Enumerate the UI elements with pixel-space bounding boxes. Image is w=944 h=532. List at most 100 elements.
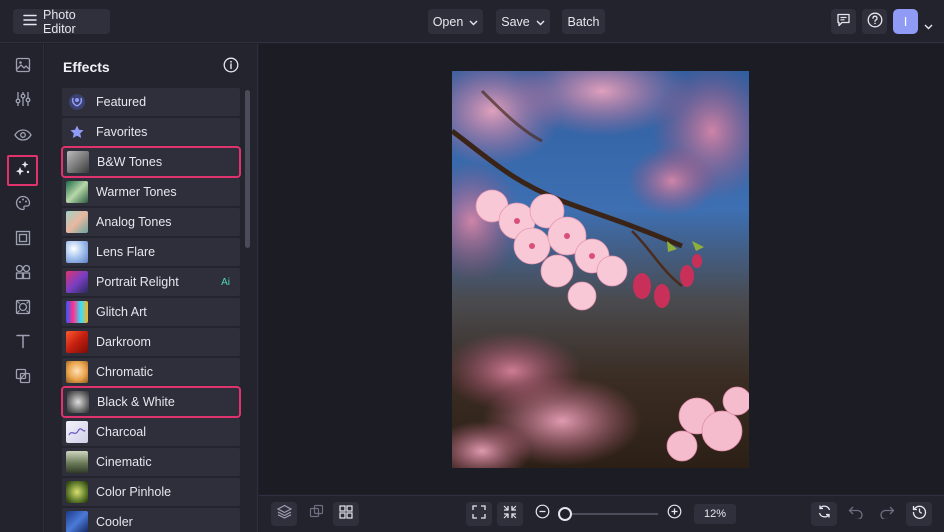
rail-graphics-tool[interactable]	[7, 259, 38, 290]
effect-item-black-white[interactable]: Black & White	[61, 386, 241, 418]
history-button[interactable]	[906, 502, 932, 526]
layers-button[interactable]	[271, 502, 297, 526]
effect-item-featured[interactable]: Featured	[62, 88, 240, 116]
effect-item-favorites[interactable]: Favorites	[62, 118, 240, 146]
eye-icon	[13, 128, 32, 146]
history-icon	[912, 504, 927, 524]
chromatic-thumbnail	[66, 361, 88, 383]
rail-frames-tool[interactable]	[7, 225, 38, 256]
effect-item-warmer-tones[interactable]: Warmer Tones	[62, 178, 240, 206]
info-icon[interactable]	[223, 57, 239, 78]
frame-icon	[15, 230, 31, 251]
rail-effects-tool[interactable]	[7, 155, 38, 186]
warmer-tones-thumbnail	[66, 181, 88, 203]
rail-textures-tool[interactable]	[7, 294, 38, 325]
compare-icon	[309, 504, 324, 524]
effect-item-analog-tones[interactable]: Analog Tones	[62, 208, 240, 236]
effect-label: Analog Tones	[96, 215, 172, 229]
comments-button[interactable]	[831, 9, 856, 34]
compare-button[interactable]	[303, 502, 329, 526]
effect-item-bw-tones[interactable]: B&W Tones	[61, 146, 241, 178]
laurel-icon	[66, 91, 88, 113]
texture-icon	[15, 299, 31, 320]
text-icon	[15, 333, 31, 354]
sliders-icon	[15, 91, 31, 112]
menu-button[interactable]: Photo Editor	[13, 7, 110, 36]
effect-label: Color Pinhole	[96, 485, 172, 499]
black-white-thumbnail	[67, 391, 89, 413]
effect-label: Black & White	[97, 395, 175, 409]
actual-size-button[interactable]	[497, 502, 523, 526]
zoom-in-button[interactable]	[661, 502, 687, 526]
effect-label: Lens Flare	[96, 245, 156, 259]
save-button[interactable]: Save	[496, 9, 550, 34]
effect-label: B&W Tones	[97, 155, 163, 169]
reset-button[interactable]	[811, 502, 837, 526]
zoom-out-icon	[535, 504, 550, 524]
panel-scrollbar[interactable]	[245, 90, 250, 248]
panel-title: Effects	[63, 59, 110, 75]
effect-label: Featured	[96, 95, 147, 109]
zoom-out-button[interactable]	[529, 502, 555, 526]
layers-icon	[276, 504, 292, 524]
zoom-in-icon	[667, 504, 682, 524]
analog-tones-thumbnail	[66, 211, 88, 233]
cooler-thumbnail	[66, 511, 88, 532]
comment-icon	[836, 13, 851, 30]
effect-label: Cooler	[96, 515, 133, 529]
open-button[interactable]: Open	[428, 9, 483, 34]
save-label: Save	[501, 14, 530, 29]
grid-button[interactable]	[333, 502, 359, 526]
canvas-photo-cherry-blossom[interactable]	[452, 71, 749, 468]
effect-item-charcoal[interactable]: Charcoal	[62, 418, 240, 446]
chevron-down-icon[interactable]	[924, 17, 933, 35]
charcoal-thumbnail	[66, 421, 88, 443]
effect-label: Darkroom	[96, 335, 151, 349]
effect-label: Favorites	[96, 125, 148, 139]
effect-item-portrait-relight[interactable]: Portrait Relight Ai	[62, 268, 240, 296]
fit-to-screen-button[interactable]	[466, 502, 492, 526]
user-avatar[interactable]: I	[893, 9, 918, 34]
rail-text-tool[interactable]	[7, 328, 38, 359]
effects-sparkle-icon	[14, 159, 32, 182]
lens-flare-thumbnail	[66, 241, 88, 263]
effect-item-cooler[interactable]: Cooler	[62, 508, 240, 532]
rail-overlays-tool[interactable]	[7, 363, 38, 394]
effects-panel: Effects Featured Favorites B&W Tones War…	[45, 44, 258, 532]
redo-button[interactable]	[874, 502, 900, 526]
rail-paint-tool[interactable]	[7, 190, 38, 221]
zoom-percentage[interactable]: 12%	[694, 504, 736, 524]
zoom-slider-track[interactable]	[565, 513, 658, 515]
effect-item-cinematic[interactable]: Cinematic	[62, 448, 240, 476]
effect-item-glitch-art[interactable]: Glitch Art	[62, 298, 240, 326]
rail-preview-tool[interactable]	[7, 121, 38, 152]
rail-adjust-tool[interactable]	[7, 86, 38, 117]
shapes-icon	[15, 264, 31, 285]
effect-label: Chromatic	[96, 365, 153, 379]
darkroom-thumbnail	[66, 331, 88, 353]
bw-tones-thumbnail	[67, 151, 89, 173]
star-icon	[66, 121, 88, 143]
effect-label: Portrait Relight	[96, 275, 179, 289]
hamburger-icon	[23, 14, 37, 29]
effect-item-lens-flare[interactable]: Lens Flare	[62, 238, 240, 266]
effect-label: Cinematic	[96, 455, 152, 469]
ai-badge: Ai	[221, 276, 230, 288]
effect-label: Glitch Art	[96, 305, 147, 319]
palette-icon	[15, 195, 31, 216]
undo-button[interactable]	[843, 502, 869, 526]
effect-label: Charcoal	[96, 425, 147, 439]
app-title: Photo Editor	[43, 7, 76, 36]
effect-label: Warmer Tones	[96, 185, 177, 199]
refresh-icon	[817, 504, 832, 524]
batch-button[interactable]: Batch	[562, 9, 605, 34]
effect-item-color-pinhole[interactable]: Color Pinhole	[62, 478, 240, 506]
chevron-down-icon	[536, 15, 545, 29]
effect-item-chromatic[interactable]: Chromatic	[62, 358, 240, 386]
rail-image-tool[interactable]	[7, 52, 38, 83]
help-button[interactable]	[862, 9, 887, 34]
effect-item-darkroom[interactable]: Darkroom	[62, 328, 240, 356]
glitch-art-thumbnail	[66, 301, 88, 323]
image-icon	[15, 57, 31, 78]
zoom-slider-handle[interactable]	[558, 507, 572, 521]
